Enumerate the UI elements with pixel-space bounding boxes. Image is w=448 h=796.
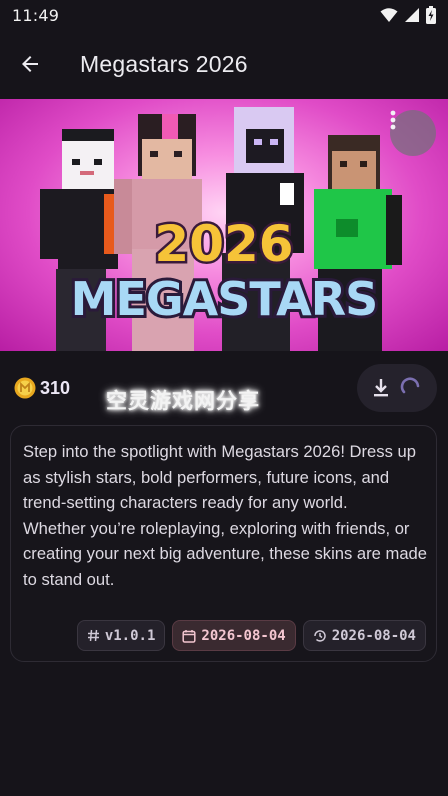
status-bar: 11:49: [0, 0, 448, 30]
price-row: 310 空灵游戏网分享: [0, 352, 448, 422]
description-text: Step into the spotlight with Megastars 2…: [23, 439, 429, 592]
more-options-button[interactable]: [390, 110, 436, 156]
loading-spinner-icon: [400, 377, 420, 394]
watermark-text: 空灵游戏网分享: [106, 389, 260, 413]
price-value: 310: [40, 378, 71, 398]
banner-artwork: 2026 MEGASTARS: [40, 107, 402, 351]
logo-title: MEGASTARS: [71, 272, 378, 326]
created-date-tag: 2026-08-04: [172, 620, 296, 651]
description-paragraph-1: Step into the spotlight with Megastars 2…: [23, 442, 416, 512]
version-tag: v1.0.1: [76, 620, 166, 651]
hash-icon: [87, 629, 99, 642]
updated-date-text: 2026-08-04: [331, 627, 416, 644]
wifi-icon: [380, 8, 398, 22]
updated-date-tag: 2026-08-04: [302, 620, 426, 651]
page-title: Megastars 2026: [80, 50, 248, 77]
version-text: v1.0.1: [104, 627, 156, 644]
app-bar: Megastars 2026: [0, 30, 448, 98]
description-paragraph-2: Whether you’re roleplaying, exploring wi…: [23, 518, 428, 589]
more-vert-icon: [390, 110, 396, 130]
created-date-text: 2026-08-04: [201, 627, 286, 644]
metadata-tags: v1.0.1 2026-08-04 2026-08-04: [76, 620, 426, 651]
signal-icon: [405, 8, 419, 22]
logo-year: 2026: [154, 215, 293, 273]
banner-image: 2026 MEGASTARS: [0, 99, 448, 351]
coin-icon: [14, 377, 36, 399]
status-icons: [380, 6, 436, 24]
history-icon: [313, 629, 326, 642]
calendar-icon: [182, 629, 196, 643]
arrow-back-icon: [22, 56, 38, 72]
description-card: Step into the spotlight with Megastars 2…: [10, 425, 437, 662]
battery-icon: [426, 6, 436, 24]
download-icon: [374, 379, 388, 397]
status-time: 11:49: [12, 5, 60, 25]
download-button[interactable]: [357, 364, 437, 412]
back-button[interactable]: [6, 40, 54, 88]
